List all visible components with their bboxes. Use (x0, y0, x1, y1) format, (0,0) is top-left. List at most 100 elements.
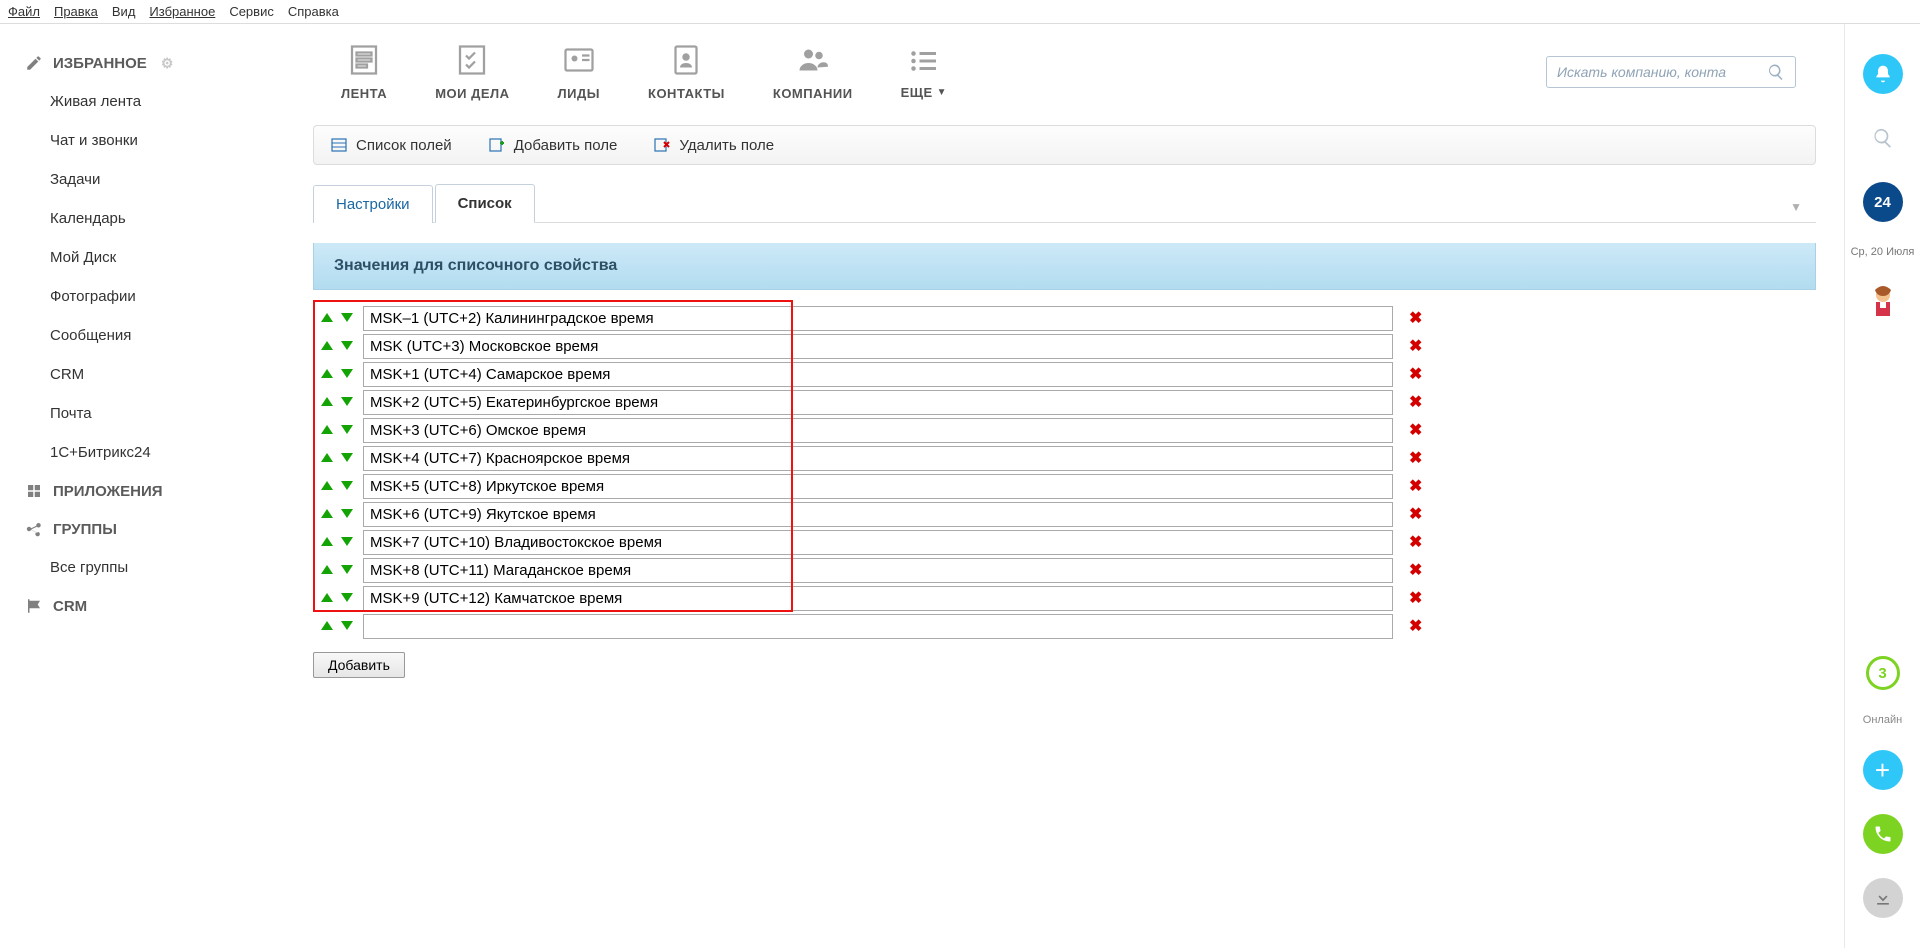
delete-row-icon[interactable]: ✖ (1403, 532, 1428, 552)
move-down-icon[interactable] (341, 537, 353, 546)
move-down-icon[interactable] (341, 621, 353, 630)
pencil-icon (25, 54, 43, 72)
toolbar-delete-field-label: Удалить поле (679, 137, 774, 154)
list-value-input[interactable] (363, 334, 1393, 359)
list-value-input[interactable] (363, 418, 1393, 443)
add-value-button[interactable]: Добавить (313, 652, 405, 678)
move-down-icon[interactable] (341, 397, 353, 406)
call-button[interactable] (1863, 814, 1903, 854)
delete-row-icon[interactable]: ✖ (1403, 364, 1428, 384)
move-down-icon[interactable] (341, 565, 353, 574)
list-value-input[interactable] (363, 474, 1393, 499)
move-down-icon[interactable] (341, 453, 353, 462)
list-icon (906, 43, 942, 79)
sidebar-item-chat[interactable]: Чат и звонки (0, 121, 295, 160)
bell-icon (1873, 64, 1893, 84)
move-down-icon[interactable] (341, 313, 353, 322)
bitrix24-button[interactable]: 24 (1863, 182, 1903, 222)
nav-mytasks[interactable]: МОИ ДЕЛА (435, 42, 509, 101)
list-value-input[interactable] (363, 614, 1393, 639)
gear-icon[interactable]: ⚙ (161, 55, 174, 72)
move-up-icon[interactable] (321, 369, 333, 378)
delete-row-icon[interactable]: ✖ (1403, 476, 1428, 496)
list-value-input[interactable] (363, 558, 1393, 583)
delete-row-icon[interactable]: ✖ (1403, 588, 1428, 608)
move-up-icon[interactable] (321, 537, 333, 546)
nav-more[interactable]: ЕЩЕ ▼ (901, 43, 948, 100)
delete-row-icon[interactable]: ✖ (1403, 392, 1428, 412)
delete-row-icon[interactable]: ✖ (1403, 616, 1428, 636)
move-up-icon[interactable] (321, 593, 333, 602)
delete-row-icon[interactable]: ✖ (1403, 504, 1428, 524)
move-up-icon[interactable] (321, 621, 333, 630)
tab-list[interactable]: Список (435, 184, 535, 223)
list-value-input[interactable] (363, 530, 1393, 555)
move-up-icon[interactable] (321, 481, 333, 490)
delete-row-icon[interactable]: ✖ (1403, 560, 1428, 580)
assistant-avatar[interactable] (1865, 282, 1901, 318)
move-down-icon[interactable] (341, 341, 353, 350)
search-input[interactable] (1557, 64, 1767, 80)
menu-help[interactable]: Справка (288, 4, 339, 19)
list-value-input[interactable] (363, 446, 1393, 471)
menu-service[interactable]: Сервис (229, 4, 274, 19)
field-toolbar: Список полей Добавить поле Удалить поле (313, 125, 1816, 165)
nav-feed[interactable]: ЛЕНТА (341, 42, 387, 101)
move-up-icon[interactable] (321, 453, 333, 462)
sidebar-item-mail[interactable]: Почта (0, 394, 295, 433)
sidebar-item-crm[interactable]: CRM (0, 355, 295, 394)
move-down-icon[interactable] (341, 425, 353, 434)
move-up-icon[interactable] (321, 341, 333, 350)
move-up-icon[interactable] (321, 397, 333, 406)
sidebar-item-messages[interactable]: Сообщения (0, 316, 295, 355)
menu-view[interactable]: Вид (112, 4, 136, 19)
nav-leads[interactable]: ЛИДЫ (558, 42, 600, 101)
download-button[interactable] (1863, 878, 1903, 918)
list-value-input[interactable] (363, 362, 1393, 387)
toolbar-add-field[interactable]: Добавить поле (488, 136, 618, 154)
sidebar-section-groups[interactable]: ГРУППЫ (0, 510, 295, 548)
list-value-input[interactable] (363, 306, 1393, 331)
tab-settings[interactable]: Настройки (313, 185, 433, 223)
sidebar-item-allgroups[interactable]: Все группы (0, 548, 295, 587)
delete-row-icon[interactable]: ✖ (1403, 448, 1428, 468)
delete-row-icon[interactable]: ✖ (1403, 420, 1428, 440)
move-up-icon[interactable] (321, 425, 333, 434)
sidebar-item-1c[interactable]: 1С+Битрикс24 (0, 433, 295, 472)
move-down-icon[interactable] (341, 593, 353, 602)
sidebar-item-disk[interactable]: Мой Диск (0, 238, 295, 277)
menu-file[interactable]: Файл (8, 4, 40, 19)
delete-row-icon[interactable]: ✖ (1403, 308, 1428, 328)
sidebar-section-apps[interactable]: ПРИЛОЖЕНИЯ (0, 472, 295, 510)
online-count[interactable]: 3 (1866, 656, 1900, 690)
delete-row-icon[interactable]: ✖ (1403, 336, 1428, 356)
move-down-icon[interactable] (341, 481, 353, 490)
list-values-header: Значения для списочного свойства (313, 243, 1816, 290)
list-value-input[interactable] (363, 586, 1393, 611)
tabs-dropdown-icon[interactable]: ▼ (1790, 200, 1816, 222)
nav-contacts[interactable]: КОНТАКТЫ (648, 42, 725, 101)
move-down-icon[interactable] (341, 369, 353, 378)
search-company[interactable] (1546, 56, 1796, 88)
nav-companies-label: КОМПАНИИ (773, 86, 853, 101)
menu-favorites[interactable]: Избранное (149, 4, 215, 19)
sidebar-item-calendar[interactable]: Календарь (0, 199, 295, 238)
move-up-icon[interactable] (321, 313, 333, 322)
sidebar-item-feed[interactable]: Живая лента (0, 82, 295, 121)
list-value-input[interactable] (363, 502, 1393, 527)
sidebar-favorites-label: ИЗБРАННОЕ (53, 55, 147, 72)
move-up-icon[interactable] (321, 565, 333, 574)
rail-search-button[interactable] (1863, 118, 1903, 158)
nav-companies[interactable]: КОМПАНИИ (773, 42, 853, 101)
notifications-button[interactable] (1863, 54, 1903, 94)
list-value-input[interactable] (363, 390, 1393, 415)
toolbar-list-fields[interactable]: Список полей (330, 136, 452, 154)
menu-edit[interactable]: Правка (54, 4, 98, 19)
move-up-icon[interactable] (321, 509, 333, 518)
sidebar-item-tasks[interactable]: Задачи (0, 160, 295, 199)
move-down-icon[interactable] (341, 509, 353, 518)
sidebar-item-photos[interactable]: Фотографии (0, 277, 295, 316)
sidebar-section-crm[interactable]: CRM (0, 587, 295, 625)
toolbar-delete-field[interactable]: Удалить поле (653, 136, 774, 154)
add-button[interactable]: + (1863, 750, 1903, 790)
